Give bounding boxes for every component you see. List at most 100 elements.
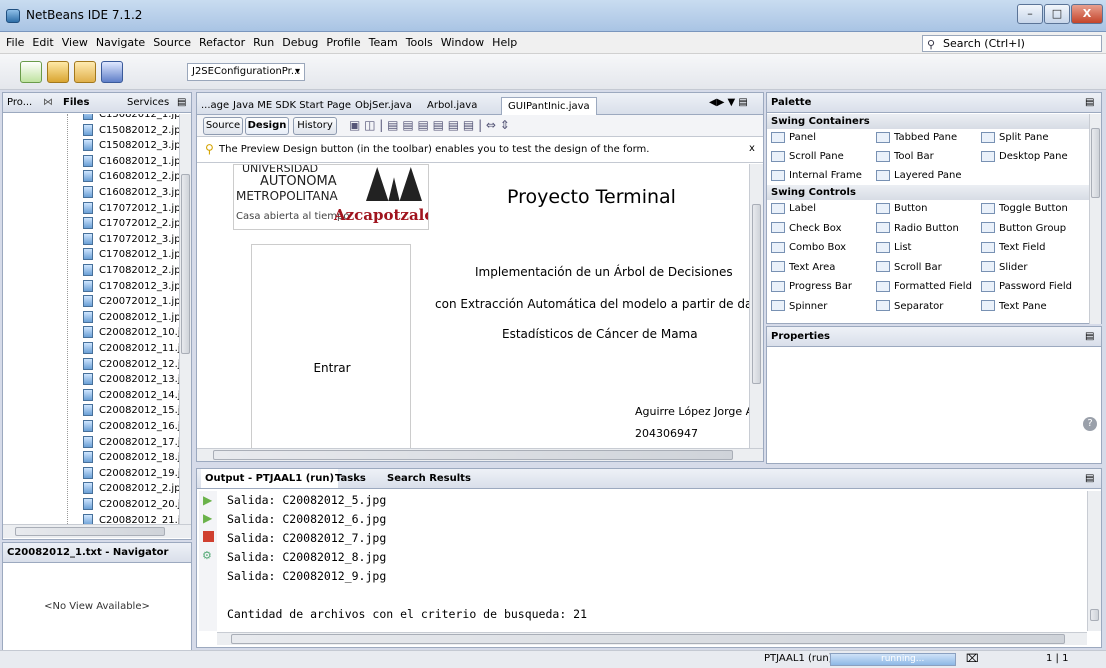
status-progress[interactable]: running... — [830, 653, 956, 666]
file-item[interactable]: C16082012_2.jpg — [3, 168, 179, 185]
palette-item-internal-frame[interactable]: Internal Frame — [771, 167, 862, 185]
history-button[interactable]: History — [293, 117, 337, 135]
palette-item-button[interactable]: Button — [876, 200, 928, 218]
palette-item-scroll-bar[interactable]: Scroll Bar — [876, 259, 942, 277]
editor-hscroll-thumb[interactable] — [213, 450, 733, 460]
palette-item-spinner[interactable]: Spinner — [771, 298, 827, 316]
file-item[interactable]: C20082012_1.jpg — [3, 309, 179, 326]
file-item[interactable]: C20082012_13.jpg — [3, 371, 179, 388]
new-project-icon[interactable] — [47, 61, 69, 83]
file-item[interactable]: C15082012_3.jpg — [3, 137, 179, 154]
palette-item-list[interactable]: List — [876, 239, 911, 257]
properties-title[interactable]: Properties — [771, 327, 830, 346]
new-file-icon[interactable] — [20, 61, 42, 83]
tab-java-me-sdk[interactable]: Java ME SDK Start Page — [233, 97, 351, 115]
minimize-panel-icon[interactable]: ▤ — [1085, 93, 1094, 112]
tab-tasks[interactable]: Tasks — [335, 469, 366, 488]
palette-item-tool-bar[interactable]: Tool Bar — [876, 148, 934, 166]
output-vscrollbar[interactable] — [1087, 491, 1101, 631]
file-item[interactable]: C20082012_21.jpg — [3, 512, 179, 524]
controls-header[interactable]: Swing Controls — [767, 185, 1089, 200]
menu-refactor[interactable]: Refactor — [195, 36, 249, 49]
tab-output[interactable]: Output - PTJAAL1 (run) — [201, 469, 339, 488]
source-button[interactable]: Source — [203, 117, 243, 135]
close-button[interactable]: X — [1071, 4, 1103, 24]
minimize-panel-icon[interactable]: ▤ — [1085, 327, 1094, 346]
palette-item-scroll-pane[interactable]: Scroll Pane — [771, 148, 844, 166]
minimize-panel-icon[interactable]: ▤ — [177, 93, 186, 112]
design-tools-icon[interactable]: ▣ ◫ | ▤ ▤ ▤ ▤ ▤ ▤ | ⇔ ⇕ — [349, 118, 510, 132]
file-item[interactable]: C17082012_3.jpg — [3, 278, 179, 295]
tab-objser[interactable]: ObjSer.java — [355, 97, 412, 115]
file-item[interactable]: C17072012_2.jpg — [3, 215, 179, 232]
palette-item-combo-box[interactable]: Combo Box — [771, 239, 846, 257]
menu-team[interactable]: Team — [365, 36, 402, 49]
tab-files[interactable]: Files — [63, 93, 89, 112]
file-item[interactable]: C20082012_19.jpg — [3, 465, 179, 482]
menu-view[interactable]: View — [58, 36, 92, 49]
file-item[interactable]: C20082012_14.jpg — [3, 387, 179, 404]
file-item[interactable]: C17072012_3.jpg — [3, 231, 179, 248]
help-icon[interactable]: ? — [1083, 417, 1097, 431]
tab-projects[interactable]: Pro... — [7, 93, 32, 112]
tab-arbol[interactable]: Arbol.java — [427, 97, 477, 115]
file-item[interactable]: C17082012_2.jpg — [3, 262, 179, 279]
menu-edit[interactable]: Edit — [28, 36, 57, 49]
output-hscrollbar[interactable] — [217, 632, 1087, 645]
editor-hscrollbar[interactable] — [197, 448, 763, 461]
file-item[interactable]: C20082012_18.jpg — [3, 449, 179, 466]
palette-item-layered-pane[interactable]: Layered Pane — [876, 167, 962, 185]
editor-vscroll-thumb[interactable] — [752, 204, 761, 384]
output-hscroll-thumb[interactable] — [231, 634, 1065, 644]
palette-item-check-box[interactable]: Check Box — [771, 220, 842, 238]
configuration-select[interactable]: J2SEConfigurationPr... ▾ — [187, 63, 305, 81]
menu-file[interactable]: File — [2, 36, 28, 49]
menu-source[interactable]: Source — [149, 36, 195, 49]
palette-item-progress-bar[interactable]: Progress Bar — [771, 278, 852, 296]
cancel-task-icon[interactable]: ⌧ — [966, 652, 979, 665]
palette-item-toggle-button[interactable]: Toggle Button — [981, 200, 1068, 218]
menu-help[interactable]: Help — [488, 36, 521, 49]
palette-item-text-pane[interactable]: Text Pane — [981, 298, 1047, 316]
palette-item-tabbed-pane[interactable]: Tabbed Pane — [876, 129, 957, 147]
file-item[interactable]: C20082012_16.jpg — [3, 418, 179, 435]
palette-item-button-group[interactable]: Button Group — [981, 220, 1066, 238]
palette-scroll-thumb[interactable] — [1091, 128, 1100, 198]
file-item[interactable]: C17072012_1.jpg — [3, 200, 179, 217]
search-input[interactable]: ⚲ Search (Ctrl+I) — [922, 35, 1102, 52]
file-item[interactable]: C20082012_12.jpg — [3, 356, 179, 373]
open-project-icon[interactable] — [74, 61, 96, 83]
palette-item-desktop-pane[interactable]: Desktop Pane — [981, 148, 1068, 166]
save-all-icon[interactable] — [101, 61, 123, 83]
palette-item-label[interactable]: Label — [771, 200, 816, 218]
palette-item-separator[interactable]: Separator — [876, 298, 943, 316]
containers-header[interactable]: Swing Containers — [767, 114, 1089, 129]
file-item[interactable]: C20082012_17.jpg — [3, 434, 179, 451]
menu-navigate[interactable]: Navigate — [92, 36, 149, 49]
palette-item-formatted-field[interactable]: Formatted Field — [876, 278, 972, 296]
menu-debug[interactable]: Debug — [278, 36, 322, 49]
hint-close-icon[interactable]: x — [749, 143, 755, 154]
file-item[interactable]: C16082012_1.jpg — [3, 153, 179, 170]
minimize-panel-icon[interactable]: ▤ — [1085, 469, 1094, 488]
palette-item-slider[interactable]: Slider — [981, 259, 1028, 277]
navigator-title[interactable]: C20082012_1.txt - Navigator — [7, 543, 168, 562]
tab-start[interactable]: ...age — [201, 97, 229, 115]
palette-item-text-field[interactable]: Text Field — [981, 239, 1045, 257]
palette-item-panel[interactable]: Panel — [771, 129, 816, 147]
menu-tools[interactable]: Tools — [402, 36, 437, 49]
palette-title[interactable]: Palette — [771, 93, 811, 112]
output-console[interactable]: Salida: C20082012_5.jpg Salida: C20082012… — [197, 491, 1083, 631]
palette-item-split-pane[interactable]: Split Pane — [981, 129, 1049, 147]
output-vscroll-thumb[interactable] — [1090, 609, 1099, 621]
menu-window[interactable]: Window — [437, 36, 488, 49]
files-scrollbar[interactable] — [179, 114, 191, 524]
minimize-button[interactable]: – — [1017, 4, 1043, 24]
hscroll-thumb[interactable] — [15, 527, 165, 536]
palette-item-radio-button[interactable]: Radio Button — [876, 220, 959, 238]
palette-scrollbar[interactable] — [1089, 114, 1101, 324]
file-item[interactable]: C20072012_1.jpg — [3, 293, 179, 310]
menu-run[interactable]: Run — [249, 36, 278, 49]
scrollbar-thumb[interactable] — [181, 174, 190, 354]
file-item[interactable]: C20082012_11.jpg — [3, 340, 179, 357]
